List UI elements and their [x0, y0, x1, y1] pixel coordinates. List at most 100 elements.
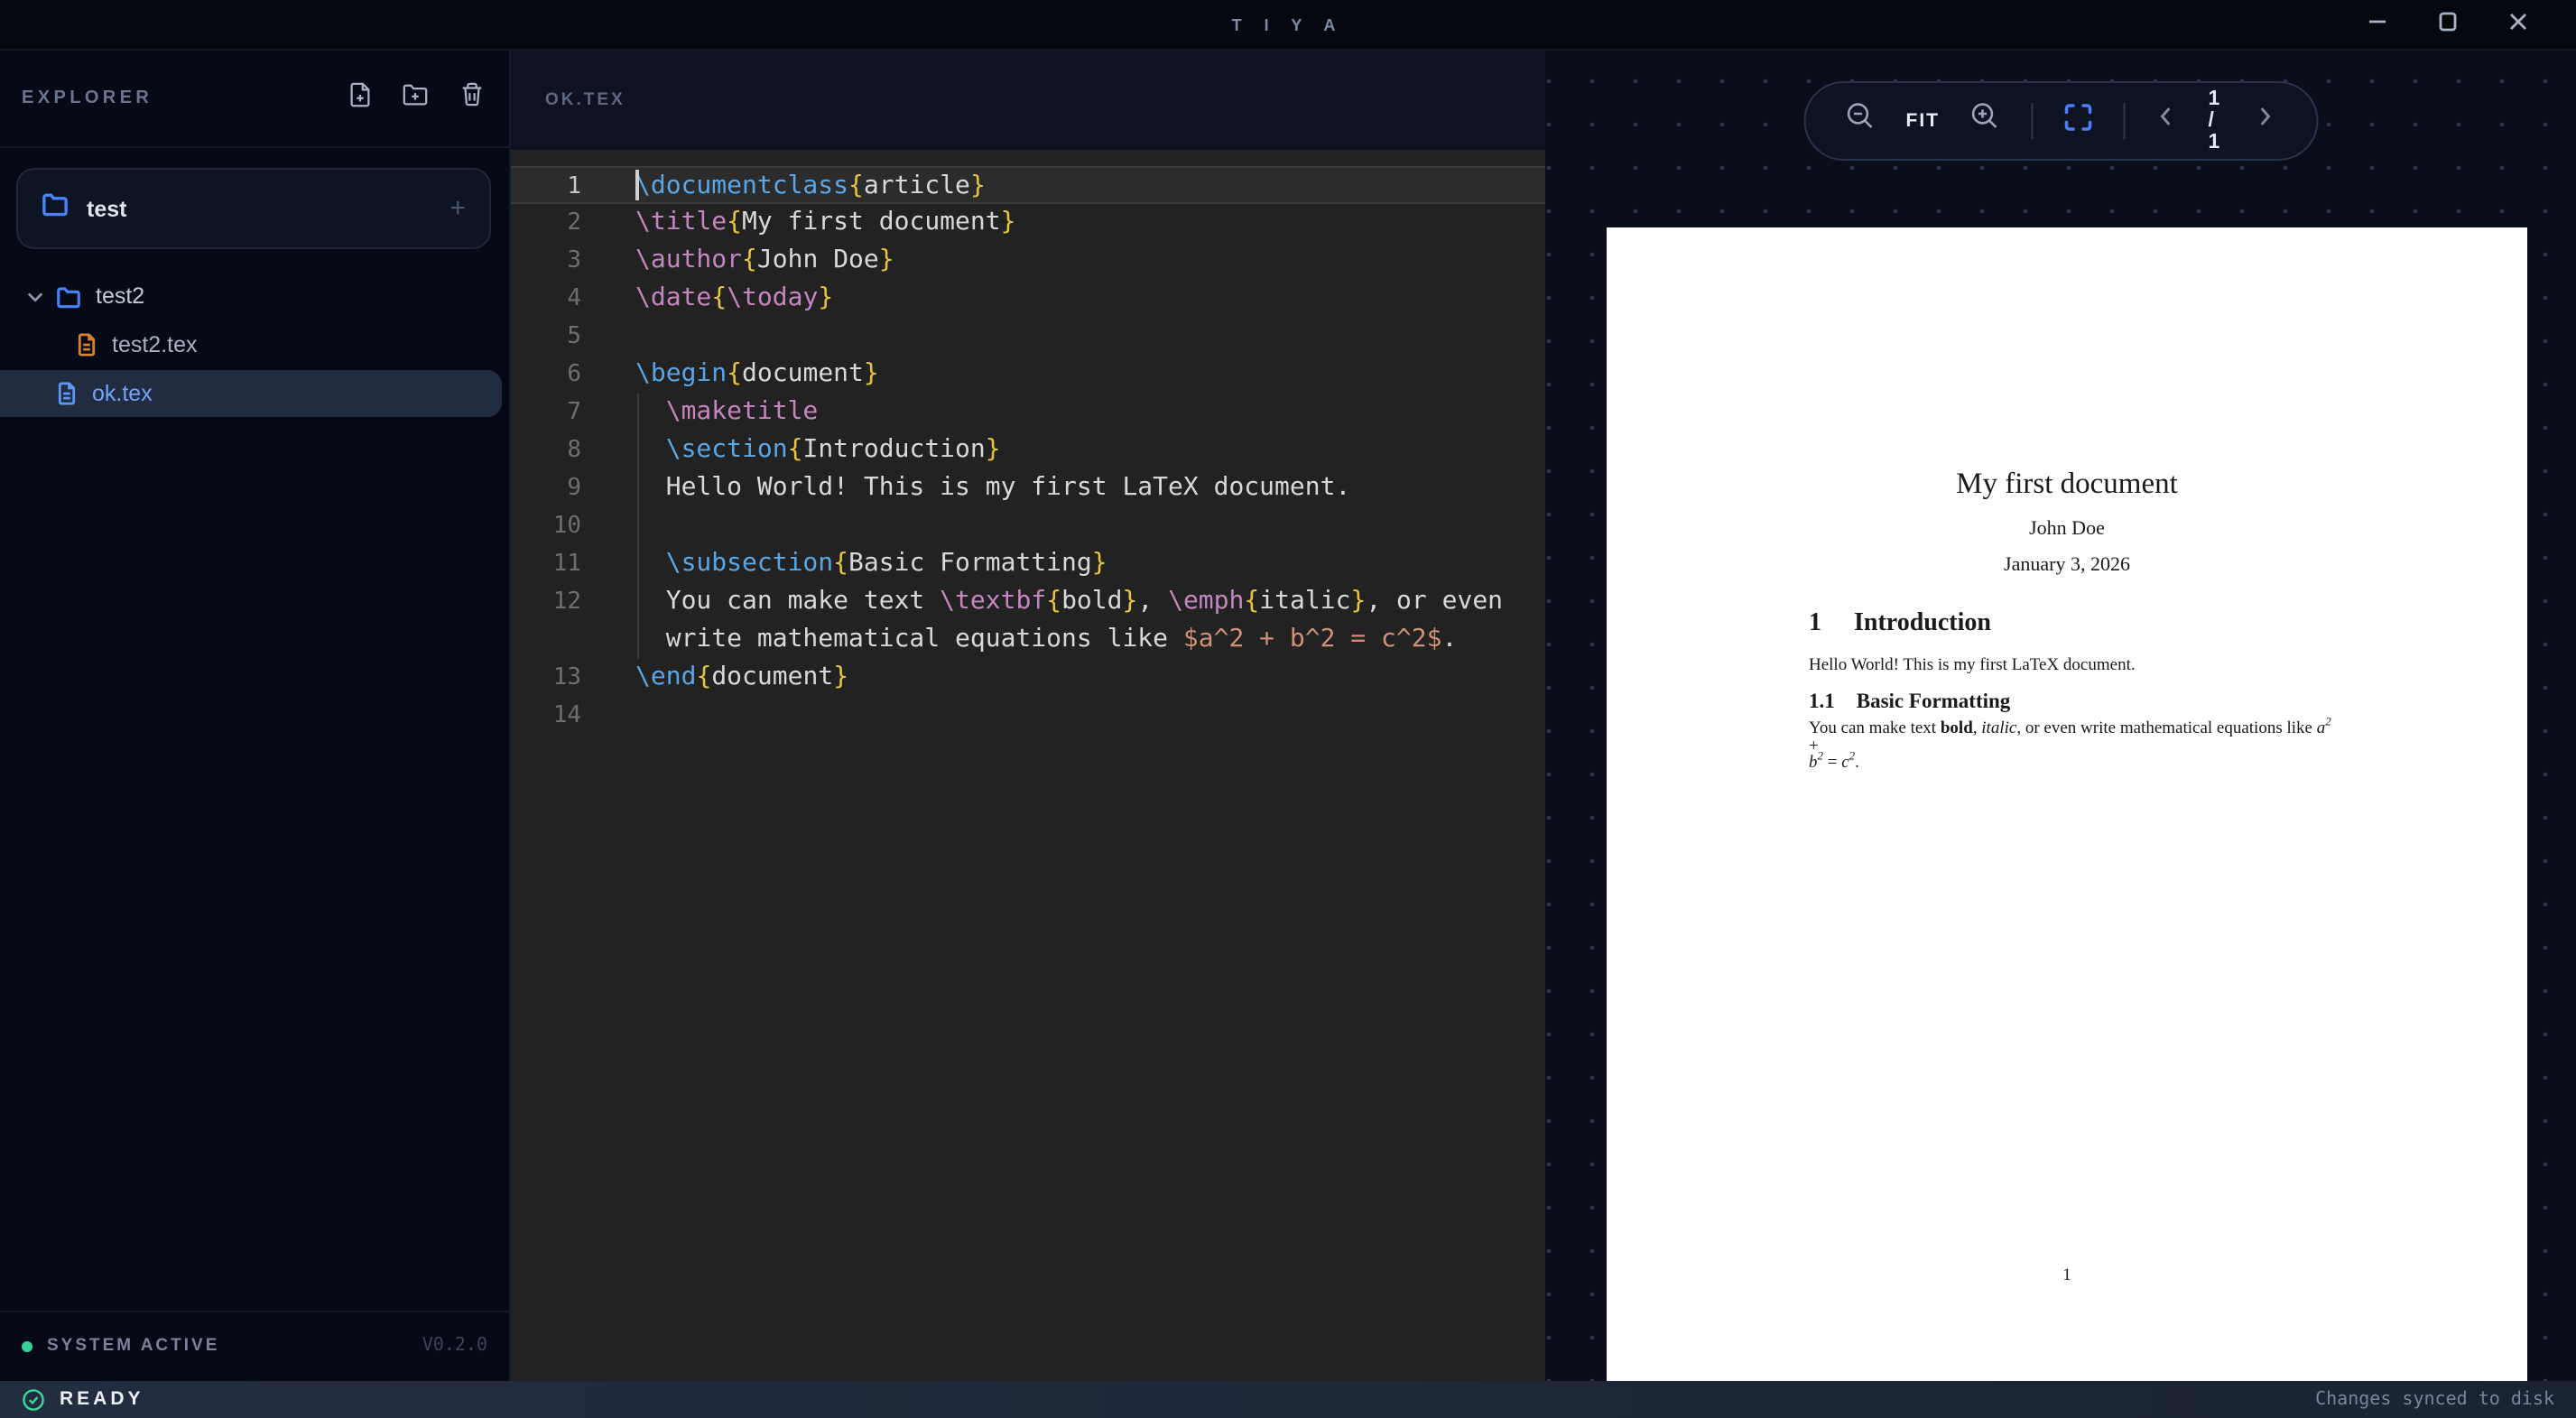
fullscreen-button[interactable]	[2063, 102, 2092, 140]
tree-item-label: ok.tex	[92, 381, 153, 406]
sidebar: EXPLORER test + test2 test2.tex ok.tex S…	[0, 51, 511, 1380]
sync-status: Changes synced to disk	[2315, 1389, 2554, 1409]
workspace-name: test	[87, 196, 127, 221]
code-line-1[interactable]: 1 \documentclass{article}	[511, 166, 1545, 204]
code-line-wrap[interactable]: write mathematical equations like $a^2 +…	[511, 621, 1545, 659]
workspace-add-button[interactable]: +	[449, 193, 466, 224]
indent-guide	[637, 394, 639, 659]
tree-item-test2-tex[interactable]: test2.tex	[0, 321, 509, 368]
workspace-card[interactable]: test +	[16, 168, 491, 249]
delete-button[interactable]	[457, 81, 486, 113]
file-tree: test2 test2.tex ok.tex	[0, 271, 509, 419]
tree-item-ok-tex[interactable]: ok.tex	[0, 370, 502, 417]
pdf-page-number: 1	[2062, 1267, 2071, 1285]
zoom-out-icon	[1845, 101, 1876, 141]
fit-button[interactable]: FIT	[1906, 110, 1941, 132]
new-file-icon	[346, 80, 373, 116]
explorer-header: EXPLORER	[0, 51, 509, 148]
code-line-6[interactable]: 6 \begin{document}	[511, 356, 1545, 394]
editor-tab-bar: OK.TEX	[511, 51, 1545, 150]
window-controls	[2367, 11, 2576, 35]
system-active-dot	[22, 1340, 32, 1351]
toolbar-divider	[2032, 103, 2033, 139]
new-folder-icon	[401, 80, 430, 116]
ready-label: READY	[60, 1388, 144, 1410]
code-line-10[interactable]: 10	[511, 507, 1545, 545]
code-editor[interactable]: 1 \documentclass{article} 2 \title{My first…	[511, 150, 1545, 1380]
fullscreen-icon	[2063, 102, 2092, 140]
app-title: T I Y A	[1231, 15, 1345, 33]
explorer-title: EXPLORER	[22, 88, 153, 108]
folder-icon	[42, 191, 69, 226]
zoom-in-button[interactable]	[1970, 101, 2001, 141]
line-number: 10	[552, 513, 581, 540]
code-text: Hello World! This is my first LaTeX docu…	[635, 473, 1351, 502]
line-number: 1	[567, 173, 581, 200]
line-number: 8	[567, 437, 581, 464]
code-text: \date{\today}	[635, 283, 834, 312]
code-text: You can make text \textbf{bold}, \emph{i…	[635, 587, 1504, 616]
code-text: \begin{document}	[635, 359, 879, 388]
line-number: 12	[552, 589, 581, 616]
code-text: \subsection{Basic Formatting}	[665, 549, 1107, 578]
line-number: 9	[567, 475, 581, 502]
maximize-button[interactable]	[2437, 11, 2459, 35]
page-indicator: 1 / 1	[2208, 88, 2220, 153]
code-line-7[interactable]: 7 \maketitle	[511, 394, 1545, 431]
code-line-9[interactable]: 9 Hello World! This is my first LaTeX do…	[511, 469, 1545, 507]
line-number: 5	[567, 323, 581, 350]
toolbar-divider	[2122, 103, 2124, 139]
minimize-button[interactable]	[2367, 14, 2388, 35]
line-number: 11	[552, 551, 581, 578]
code-line-5[interactable]: 5	[511, 318, 1545, 356]
line-number: 6	[567, 361, 581, 388]
line-number: 2	[567, 209, 581, 236]
main-area: EXPLORER test + test2 test2.tex ok.tex S…	[0, 51, 2576, 1380]
prev-page-button[interactable]	[2154, 105, 2177, 137]
pdf-doc-author: John Doe	[2029, 518, 2105, 540]
preview-toolbar: FIT 1 / 1	[1802, 81, 2319, 161]
folder-icon	[56, 284, 81, 308]
code-line-11[interactable]: 11 \subsection{Basic Formatting}	[511, 545, 1545, 583]
code-line-14[interactable]: 14	[511, 697, 1545, 735]
code-line-2[interactable]: 2 \title{My first document}	[511, 204, 1545, 242]
code-line-8[interactable]: 8 \section{Introduction}	[511, 431, 1545, 469]
close-button[interactable]	[2507, 13, 2529, 35]
chevron-right-icon	[2254, 105, 2277, 137]
line-number: 3	[567, 247, 581, 274]
pdf-preview-pane: FIT 1 / 1 My first document John Doe Jan…	[1545, 51, 2576, 1380]
new-file-button[interactable]	[345, 81, 374, 113]
line-number: 7	[567, 399, 581, 426]
maximize-icon	[2437, 8, 2459, 41]
pdf-section-heading: 1 Introduction	[1809, 610, 1991, 639]
code-line-4[interactable]: 4 \date{\today}	[511, 280, 1545, 318]
code-text: write mathematical equations like $a^2 +…	[635, 625, 1458, 653]
tab-ok-tex[interactable]: OK.TEX	[545, 90, 625, 110]
zoom-out-button[interactable]	[1845, 101, 1876, 141]
code-text: \section{Introduction}	[665, 435, 1001, 464]
code-text: \title{My first document}	[635, 208, 1016, 236]
code-line-13[interactable]: 13 \end{document}	[511, 659, 1545, 697]
app-version: V0.2.0	[422, 1336, 487, 1356]
app-window: T I Y A EXPLORER test + test2 test2.tex …	[0, 0, 2576, 1418]
close-icon	[2507, 8, 2529, 41]
pdf-subsection-number: 1.1	[1809, 691, 1835, 713]
tree-item-label: test2.tex	[112, 332, 198, 357]
new-folder-button[interactable]	[401, 83, 430, 113]
code-line-3[interactable]: 3 \author{John Doe}	[511, 242, 1545, 280]
line-number	[511, 621, 607, 659]
pdf-paragraph: You can make text bold, italic, or even …	[1809, 717, 2336, 774]
file-icon	[76, 332, 97, 357]
title-bar: T I Y A	[0, 0, 2576, 51]
pdf-page: My first document John Doe January 3, 20…	[1607, 227, 2527, 1380]
code-line-12[interactable]: 12 You can make text \textbf{bold}, \emp…	[511, 583, 1545, 621]
tree-item-test2[interactable]: test2	[0, 273, 509, 320]
next-page-button[interactable]	[2254, 105, 2277, 137]
tree-item-label: test2	[96, 283, 145, 309]
minimize-icon	[2367, 8, 2388, 41]
text-cursor	[635, 170, 638, 200]
sidebar-footer: SYSTEM ACTIVE V0.2.0	[0, 1310, 509, 1380]
status-bar: READY Changes synced to disk	[0, 1380, 2576, 1418]
editor-pane: OK.TEX 1 \documentclass{article} 2 \title{M…	[511, 51, 1545, 1380]
check-circle-icon	[22, 1387, 45, 1411]
